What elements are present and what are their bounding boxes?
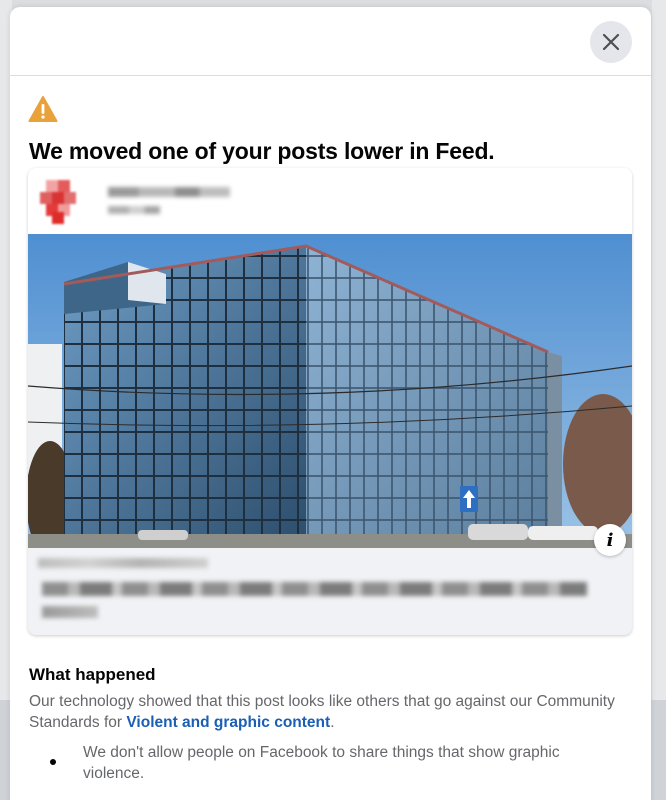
link-title-redacted: [42, 582, 587, 596]
violent-graphic-content-link[interactable]: Violent and graphic content: [126, 714, 330, 731]
bullet-text: We don't allow people on Facebook to sha…: [83, 744, 560, 782]
what-happened-suffix: .: [330, 714, 335, 731]
close-button[interactable]: [590, 21, 632, 63]
list-item: We don't allow people on Facebook to sha…: [50, 742, 610, 784]
post-author-header: [28, 168, 632, 234]
warning-triangle-icon: [28, 96, 58, 122]
post-meta-redacted: [108, 206, 160, 214]
author-name-redacted: [108, 187, 230, 197]
feed-demotion-dialog: We moved one of your posts lower in Feed…: [10, 7, 651, 800]
link-subtitle-redacted: [42, 606, 98, 618]
dialog-header: [10, 7, 651, 76]
what-happened-title: What happened: [29, 665, 156, 684]
backdrop-right: [652, 0, 666, 800]
link-domain-redacted: [38, 558, 208, 568]
close-icon: [602, 33, 620, 51]
image-info-button[interactable]: i: [594, 524, 626, 556]
avatar: [40, 180, 82, 224]
dialog-headline: We moved one of your posts lower in Feed…: [29, 138, 495, 164]
bullet-icon: [50, 759, 56, 765]
what-happened-body: Our technology showed that this post loo…: [29, 691, 629, 733]
post-preview-card: i: [28, 168, 632, 635]
post-image: [28, 234, 632, 548]
link-preview: [28, 548, 632, 635]
